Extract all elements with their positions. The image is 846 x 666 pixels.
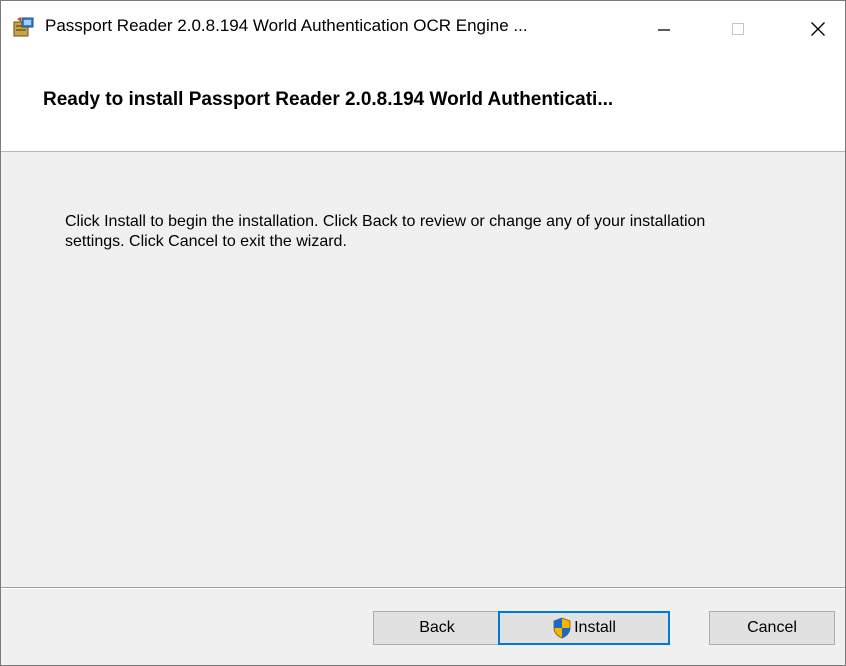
footer-divider	[1, 587, 845, 589]
installer-package-icon[interactable]	[13, 16, 35, 38]
title-bar[interactable]: Passport Reader 2.0.8.194 World Authenti…	[1, 1, 845, 59]
install-button[interactable]: Install	[498, 611, 670, 645]
back-button-label: Back	[419, 619, 455, 636]
back-button[interactable]: Back	[373, 611, 501, 645]
close-icon	[811, 22, 825, 36]
close-button[interactable]	[789, 1, 845, 57]
minimize-button[interactable]	[635, 1, 693, 57]
install-button-label: Install	[574, 619, 616, 636]
installer-window: Passport Reader 2.0.8.194 World Authenti…	[0, 0, 846, 666]
window-title: Passport Reader 2.0.8.194 World Authenti…	[45, 16, 528, 35]
page-title: Ready to install Passport Reader 2.0.8.1…	[43, 89, 614, 110]
uac-shield-icon	[552, 617, 572, 639]
cancel-button[interactable]: Cancel	[709, 611, 835, 645]
header-banner: Ready to install Passport Reader 2.0.8.1…	[1, 59, 845, 152]
cancel-button-label: Cancel	[747, 619, 797, 636]
minimize-icon	[658, 29, 670, 31]
maximize-icon	[732, 23, 744, 35]
instructions-text: Click Install to begin the installation.…	[65, 213, 706, 250]
maximize-button	[709, 1, 767, 57]
